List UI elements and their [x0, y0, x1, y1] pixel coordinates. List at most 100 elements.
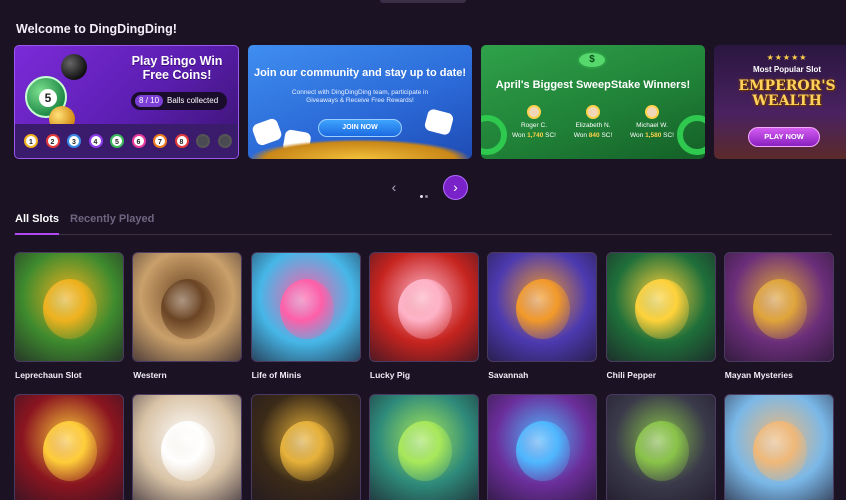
game-card[interactable] — [368, 394, 479, 500]
sweepstake-title: April's Biggest SweepStake Winners! — [495, 79, 691, 91]
game-character-art — [634, 421, 689, 481]
avatar — [645, 105, 659, 119]
bingo-mini-ball-icon: 7 — [153, 134, 167, 148]
game-title[interactable]: Life of Minis — [252, 370, 302, 380]
game-title[interactable]: Chili Pepper — [607, 370, 657, 380]
game-title[interactable]: Western — [133, 370, 166, 380]
game-character-art — [516, 279, 571, 339]
winner-amount: 1,580 — [645, 132, 662, 139]
play-now-button[interactable]: PLAY NOW — [748, 127, 820, 147]
game-card[interactable]: Life of Minis — [250, 252, 361, 380]
game-card[interactable] — [605, 394, 716, 500]
game-character-art — [279, 421, 334, 481]
chevron-right-icon[interactable]: › — [443, 175, 468, 200]
bingo-mini-ball-icon: 3 — [67, 134, 81, 148]
game-thumbnail[interactable] — [250, 394, 361, 500]
winner-unit: SC! — [663, 132, 674, 139]
winner-unit: SC! — [601, 132, 613, 139]
bingo-mini-ball-icon: 1 — [24, 134, 38, 148]
winner-prefix: Won — [573, 132, 587, 139]
game-character-art — [397, 279, 452, 339]
game-character-art — [161, 421, 216, 481]
game-thumbnail[interactable] — [487, 252, 598, 362]
bingo-mini-ball-icon: 4 — [88, 134, 103, 148]
carousel-dot[interactable] — [420, 195, 423, 198]
game-thumbnail[interactable] — [605, 252, 716, 362]
game-card[interactable] — [250, 394, 361, 500]
tab-all-slots[interactable]: All Slots — [15, 211, 60, 235]
game-thumbnail[interactable] — [368, 252, 479, 362]
game-character-art — [43, 421, 97, 481]
bingo-mini-ball-icon: 2 — [45, 134, 60, 148]
game-character-art — [634, 279, 689, 339]
game-thumbnail[interactable] — [487, 394, 598, 500]
black-ball-icon — [61, 54, 87, 80]
chevron-left-icon[interactable]: ‹ — [386, 180, 402, 196]
game-thumbnail[interactable] — [723, 394, 834, 500]
welcome-heading: Welcome to DingDingDing! — [16, 22, 177, 36]
game-card[interactable]: Leprechaun Slot — [14, 252, 124, 380]
carousel-dot[interactable] — [425, 195, 428, 198]
community-subtitle: Connect with DingDingDing team, particip… — [291, 89, 429, 104]
winner-prefix: Won — [512, 132, 526, 139]
sweepstake-banner[interactable]: $ April's Biggest SweepStake Winners! Ro… — [481, 45, 705, 159]
winner-prefix: Won — [630, 132, 644, 139]
game-title[interactable]: Savannah — [488, 370, 528, 380]
game-logo: EMPEROR'S WEALTH — [738, 78, 836, 109]
winner-unit: SC! — [545, 132, 556, 139]
game-character-art — [43, 279, 97, 339]
winner-amount: 1,740 — [527, 132, 544, 139]
join-now-button[interactable]: JOIN NOW — [318, 119, 402, 137]
tab-recently-played[interactable]: Recently Played — [70, 211, 154, 227]
community-banner[interactable]: Join our community and stay up to date! … — [248, 45, 472, 159]
game-card[interactable]: Mayan Mysteries — [723, 252, 834, 380]
winner-card: Michael W. Won 1,580 SC! — [617, 105, 687, 141]
avatar — [586, 105, 600, 119]
bingo-banner[interactable]: 5 Play Bingo Win Free Coins! 8 / 10 Balls… — [14, 45, 239, 159]
bingo-ball-number: 5 — [39, 89, 57, 107]
bingo-mini-ball-icon: 5 — [110, 134, 124, 148]
balls-label: Balls collected — [167, 96, 219, 105]
balls-strip: 12345678 — [15, 124, 238, 158]
game-character-art — [279, 279, 334, 339]
game-thumbnail[interactable] — [723, 252, 834, 362]
game-card[interactable] — [723, 394, 834, 500]
game-card[interactable]: Western — [132, 252, 243, 380]
top-notch — [380, 0, 466, 3]
game-thumbnail[interactable] — [368, 394, 479, 500]
winner-name: Roger C. — [520, 122, 547, 129]
thumbs-up-icon — [423, 108, 455, 136]
game-card[interactable]: Lucky Pig — [368, 252, 479, 380]
bingo-mini-ball-icon: 8 — [174, 134, 189, 148]
winner-amount: 840 — [588, 132, 600, 139]
promo-carousel: 5 Play Bingo Win Free Coins! 8 / 10 Balls… — [14, 45, 846, 160]
game-character-art — [752, 421, 807, 481]
game-thumbnail[interactable] — [14, 252, 124, 362]
slot-tabs: All Slots Recently Played — [14, 211, 832, 235]
game-card[interactable] — [487, 394, 598, 500]
game-title[interactable]: Leprechaun Slot — [15, 370, 82, 380]
game-character-art — [516, 421, 571, 481]
bingo-mini-ball-icon: 6 — [131, 134, 146, 148]
dollar-coin-icon: $ — [577, 51, 607, 69]
balls-count: 8 / 10 — [135, 95, 164, 107]
game-title[interactable]: Lucky Pig — [370, 370, 410, 380]
bingo-mini-ball-icon — [217, 134, 232, 148]
game-thumbnail[interactable] — [132, 394, 243, 500]
game-card[interactable] — [14, 394, 124, 500]
balls-collected-pill: 8 / 10 Balls collected — [131, 92, 227, 110]
game-thumbnail[interactable] — [250, 252, 361, 362]
game-thumbnail[interactable] — [605, 394, 716, 500]
game-character-art — [161, 279, 216, 339]
winner-name: Michael W. — [636, 122, 668, 129]
game-thumbnail[interactable] — [132, 252, 243, 362]
game-thumbnail[interactable] — [14, 394, 124, 500]
popular-label: Most Popular Slot — [753, 65, 821, 74]
game-card[interactable]: Savannah — [487, 252, 598, 380]
game-card[interactable]: Chili Pepper — [605, 252, 716, 380]
popular-slot-banner[interactable]: ★★★★★ Most Popular Slot EMPEROR'S WEALTH … — [714, 45, 846, 159]
game-card[interactable] — [132, 394, 243, 500]
game-title[interactable]: Mayan Mysteries — [725, 370, 793, 380]
game-character-art — [752, 279, 807, 339]
carousel-dots — [420, 185, 430, 203]
